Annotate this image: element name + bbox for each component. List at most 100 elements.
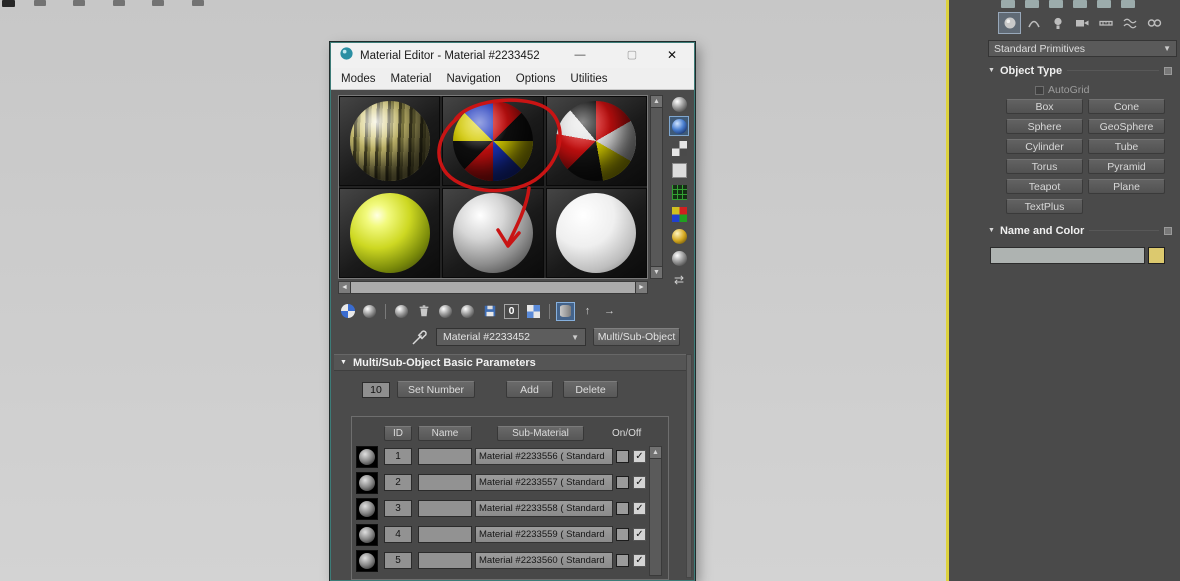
rollout-grip-icon[interactable] <box>1164 226 1172 235</box>
delete-button[interactable]: Delete <box>563 381 618 398</box>
toolbar-icon-clipped[interactable] <box>1097 0 1111 8</box>
toolbar-icon-clipped[interactable] <box>152 0 164 6</box>
go-forward-to-sibling-icon[interactable]: → <box>601 303 618 320</box>
basic-parameters-rollout-header[interactable]: ▼ Multi/Sub-Object Basic Parameters <box>334 354 686 371</box>
sub-material-color-swatch[interactable] <box>616 476 629 489</box>
sample-slot-3[interactable] <box>545 96 647 186</box>
sub-material-id[interactable]: 4 <box>384 526 412 543</box>
pyramid-button[interactable]: Pyramid <box>1088 159 1165 174</box>
sub-material-id[interactable]: 3 <box>384 500 412 517</box>
sub-material-on-checkbox[interactable] <box>633 528 646 541</box>
sub-material-id[interactable]: 1 <box>384 448 412 465</box>
toolbar-icon-clipped[interactable] <box>1121 0 1135 8</box>
sub-material-color-swatch[interactable] <box>616 502 629 515</box>
geosphere-button[interactable]: GeoSphere <box>1088 119 1165 134</box>
sub-material-id[interactable]: 2 <box>384 474 412 491</box>
options-icon[interactable] <box>670 227 688 245</box>
material-id-channel-icon[interactable]: 0 <box>503 303 520 320</box>
material-count-field[interactable]: 10 <box>362 382 390 398</box>
sample-vertical-scrollbar[interactable]: ▲ ▼ <box>650 95 663 279</box>
minimize-button[interactable]: — <box>569 43 591 68</box>
scroll-left-icon[interactable]: ◄ <box>339 282 351 293</box>
menu-utilities[interactable]: Utilities <box>570 73 607 85</box>
sub-material-on-checkbox[interactable] <box>633 502 646 515</box>
add-button[interactable]: Add <box>506 381 553 398</box>
menu-material[interactable]: Material <box>391 73 432 85</box>
reset-map-icon[interactable] <box>415 303 432 320</box>
helpers-icon[interactable] <box>1095 13 1116 33</box>
toolbar-icon-clipped[interactable] <box>1049 0 1063 8</box>
sub-material-name-input[interactable] <box>418 552 472 569</box>
video-color-check-icon[interactable] <box>670 183 688 201</box>
toolbar-icon-clipped[interactable] <box>1001 0 1015 8</box>
make-material-copy-icon[interactable] <box>437 303 454 320</box>
assign-material-to-selection-icon[interactable] <box>393 303 410 320</box>
maximize-button[interactable]: ▢ <box>621 43 643 68</box>
sample-slot-5[interactable] <box>442 188 544 278</box>
primitives-dropdown[interactable]: Standard Primitives ▼ <box>988 40 1177 57</box>
sub-material-color-swatch[interactable] <box>616 450 629 463</box>
toolbar-icon-clipped[interactable] <box>192 0 204 6</box>
autogrid-checkbox[interactable]: AutoGrid <box>1035 84 1089 96</box>
sample-slot-6[interactable] <box>545 188 647 278</box>
torus-button[interactable]: Torus <box>1006 159 1083 174</box>
shapes-icon[interactable] <box>1023 13 1044 33</box>
rollout-scrollbar[interactable] <box>686 354 692 578</box>
material-name-dropdown[interactable]: Material #2233452 ▼ <box>436 328 586 346</box>
scroll-down-icon[interactable]: ▼ <box>651 266 662 278</box>
name-column-header[interactable]: Name <box>418 426 472 441</box>
go-to-parent-icon[interactable]: ↑ <box>579 303 596 320</box>
geometry-icon[interactable] <box>998 12 1021 34</box>
lights-icon[interactable] <box>1047 13 1068 33</box>
sub-material-column-header[interactable]: Sub-Material <box>497 426 584 441</box>
name-and-color-rollout-header[interactable]: ▼ Name and Color <box>988 223 1172 238</box>
sample-slot-1[interactable] <box>339 96 441 186</box>
object-name-input[interactable] <box>990 247 1145 264</box>
sub-material-button[interactable]: Material #2233560 ( Standard <box>475 552 613 569</box>
tube-button[interactable]: Tube <box>1088 139 1165 154</box>
sub-material-name-input[interactable] <box>418 500 472 517</box>
toolbar-icon-clipped[interactable] <box>1025 0 1039 8</box>
box-button[interactable]: Box <box>1006 99 1083 114</box>
scroll-up-icon[interactable]: ▲ <box>651 96 662 108</box>
space-warps-icon[interactable] <box>1119 13 1140 33</box>
sub-material-name-input[interactable] <box>418 448 472 465</box>
close-button[interactable]: ✕ <box>661 43 683 68</box>
sub-material-on-checkbox[interactable] <box>633 554 646 567</box>
sample-slot-2[interactable] <box>442 96 544 186</box>
sub-material-on-checkbox[interactable] <box>633 476 646 489</box>
select-by-material-icon[interactable] <box>670 249 688 267</box>
show-end-result-icon[interactable] <box>556 301 575 321</box>
sub-material-color-swatch[interactable] <box>616 554 629 567</box>
sample-tiling-icon[interactable] <box>670 161 688 179</box>
get-material-icon[interactable] <box>339 303 356 320</box>
table-scrollbar[interactable]: ▲ <box>649 446 662 576</box>
teapot-button[interactable]: Teapot <box>1006 179 1083 194</box>
sub-material-button[interactable]: Material #2233558 ( Standard <box>475 500 613 517</box>
sphere-button[interactable]: Sphere <box>1006 119 1083 134</box>
set-number-button[interactable]: Set Number <box>397 381 475 398</box>
scroll-up-icon[interactable]: ▲ <box>650 447 661 459</box>
cone-button[interactable]: Cone <box>1088 99 1165 114</box>
sub-material-button[interactable]: Material #2233556 ( Standard <box>475 448 613 465</box>
make-preview-icon[interactable] <box>670 205 688 223</box>
object-color-swatch[interactable] <box>1148 247 1165 264</box>
checkbox-icon[interactable] <box>1035 85 1044 95</box>
title-bar[interactable]: Material Editor - Material #2233452 — ▢ … <box>331 43 694 68</box>
cameras-icon[interactable] <box>1071 13 1092 33</box>
cylinder-button[interactable]: Cylinder <box>1006 139 1083 154</box>
backlight-icon[interactable] <box>669 116 689 136</box>
sub-material-color-swatch[interactable] <box>616 528 629 541</box>
id-column-header[interactable]: ID <box>384 426 412 441</box>
toolbar-icon-clipped[interactable] <box>34 0 46 6</box>
systems-icon[interactable] <box>1143 13 1164 33</box>
put-to-library-icon[interactable] <box>481 303 498 320</box>
textplus-button[interactable]: TextPlus <box>1006 199 1083 214</box>
make-unique-icon[interactable] <box>459 303 476 320</box>
rollout-grip-icon[interactable] <box>1164 66 1172 75</box>
toolbar-icon-clipped[interactable] <box>73 0 85 6</box>
sub-material-on-checkbox[interactable] <box>633 450 646 463</box>
pick-material-eyedropper-icon[interactable] <box>411 328 429 346</box>
material-type-button[interactable]: Multi/Sub-Object <box>593 328 680 346</box>
toolbar-icon-clipped[interactable] <box>113 0 125 6</box>
